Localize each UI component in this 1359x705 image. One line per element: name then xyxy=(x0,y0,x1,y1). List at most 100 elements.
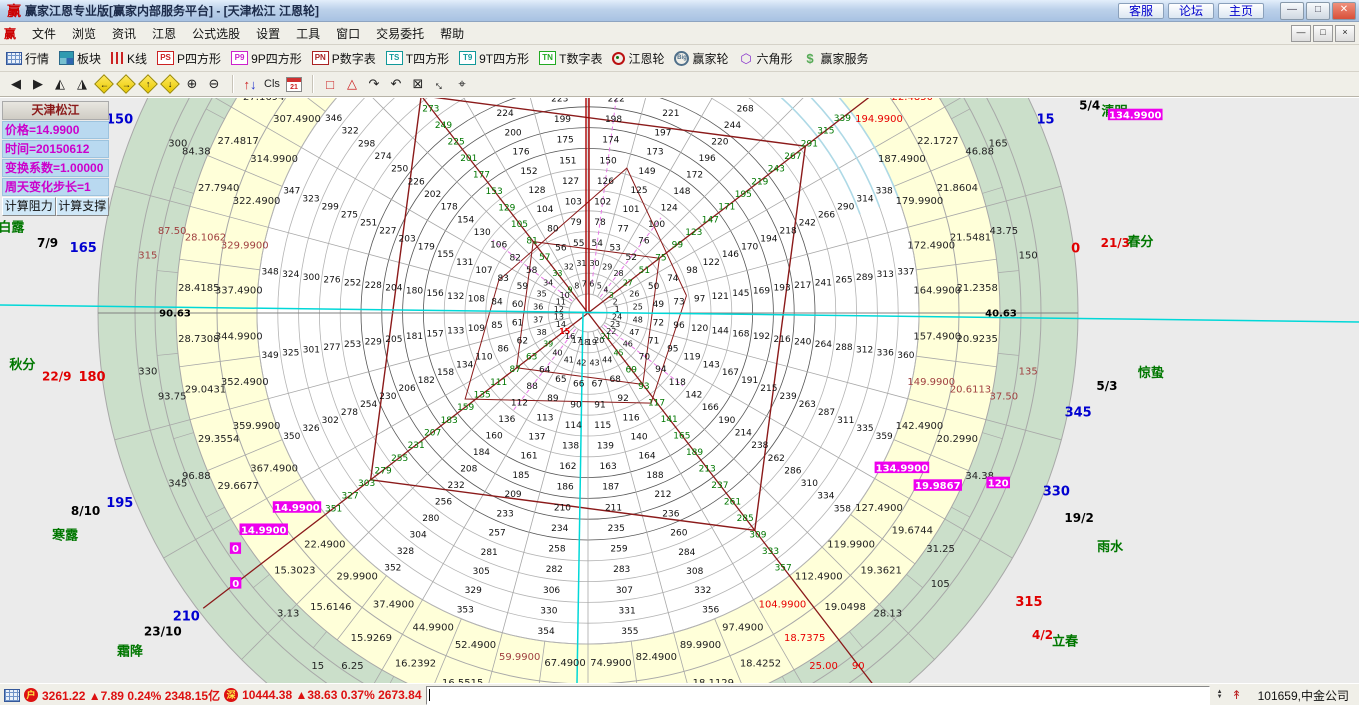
toolbar-item-赢家轮[interactable]: Big赢家轮 xyxy=(674,50,728,67)
menu-item-江恩[interactable]: 江恩 xyxy=(144,25,184,43)
restore-button[interactable]: □ xyxy=(1306,2,1330,20)
svg-text:344.9900: 344.9900 xyxy=(215,331,263,342)
svg-text:67: 67 xyxy=(592,380,603,390)
calc-support-button[interactable]: 计算支撑 xyxy=(56,197,110,216)
svg-text:112: 112 xyxy=(511,399,528,409)
spinner-control[interactable]: ▲▼ xyxy=(1217,690,1223,700)
svg-text:89.9900: 89.9900 xyxy=(680,640,721,651)
zoom-in-icon[interactable]: ⊕ xyxy=(182,74,202,94)
menu-item-交易委托[interactable]: 交易委托 xyxy=(368,25,432,43)
cls-icon[interactable]: Cls xyxy=(262,74,282,94)
toolbar-item-T数字表[interactable]: TNT数字表 xyxy=(539,50,602,67)
svg-text:193: 193 xyxy=(774,284,791,294)
svg-text:300: 300 xyxy=(168,139,187,150)
svg-text:187.4900: 187.4900 xyxy=(878,154,926,165)
mdi-minimize-button[interactable]: — xyxy=(1291,25,1311,42)
titlebar-button-客服[interactable]: 客服 xyxy=(1118,3,1164,19)
svg-text:324: 324 xyxy=(282,270,299,280)
toolbar-item-江恩轮[interactable]: 江恩轮 xyxy=(612,50,664,67)
triangle-icon[interactable]: △ xyxy=(342,74,362,94)
svg-text:288: 288 xyxy=(835,343,852,353)
svg-text:112.4900: 112.4900 xyxy=(795,572,843,583)
svg-text:21.2358: 21.2358 xyxy=(956,283,997,294)
svg-text:26: 26 xyxy=(629,290,639,299)
menu-item-工具[interactable]: 工具 xyxy=(288,25,328,43)
svg-text:96: 96 xyxy=(673,321,685,331)
svg-text:7: 7 xyxy=(582,280,587,289)
svg-text:25: 25 xyxy=(633,302,643,311)
svg-text:22.4900: 22.4900 xyxy=(304,539,345,550)
svg-text:315: 315 xyxy=(1015,595,1042,610)
pan-right-icon[interactable]: → xyxy=(116,74,136,94)
menu-item-帮助[interactable]: 帮助 xyxy=(432,25,472,43)
menu-item-公式选股[interactable]: 公式选股 xyxy=(184,25,248,43)
toolbar-item-T四方形[interactable]: TST四方形 xyxy=(386,50,449,67)
resize-icon[interactable]: ↔ xyxy=(430,74,450,94)
svg-text:22.4850: 22.4850 xyxy=(892,98,933,103)
square-icon[interactable]: □ xyxy=(320,74,340,94)
svg-text:309: 309 xyxy=(749,531,766,541)
calendar-icon[interactable]: 21 xyxy=(284,74,304,94)
menu-item-资讯[interactable]: 资讯 xyxy=(104,25,144,43)
menu-item-文件[interactable]: 文件 xyxy=(24,25,64,43)
svg-text:119: 119 xyxy=(683,352,700,362)
menu-item-窗口[interactable]: 窗口 xyxy=(328,25,368,43)
zoom-out-icon[interactable]: ⊖ xyxy=(204,74,224,94)
pan-left-icon[interactable]: ← xyxy=(94,74,114,94)
svg-text:166: 166 xyxy=(702,403,719,413)
svg-text:171: 171 xyxy=(718,203,735,213)
toolbar-item-赢家服务[interactable]: $赢家服务 xyxy=(803,50,869,67)
svg-text:18.1129: 18.1129 xyxy=(693,678,734,683)
svg-text:197: 197 xyxy=(654,128,671,138)
rotate-cw-icon[interactable]: ↷ xyxy=(364,74,384,94)
minimize-button[interactable]: — xyxy=(1280,2,1304,20)
toolbar-item-P四方形[interactable]: PSP四方形 xyxy=(157,50,221,67)
tri-up-icon[interactable]: ◭ xyxy=(50,74,70,94)
svg-text:87.50: 87.50 xyxy=(158,226,187,237)
svg-text:300: 300 xyxy=(303,273,320,283)
titlebar-button-论坛[interactable]: 论坛 xyxy=(1168,3,1214,19)
svg-text:111: 111 xyxy=(490,378,507,388)
svg-text:188: 188 xyxy=(646,471,663,481)
svg-text:103: 103 xyxy=(565,198,582,208)
quote-grid-icon[interactable] xyxy=(4,689,20,702)
titlebar-button-主页[interactable]: 主页 xyxy=(1218,3,1264,19)
svg-text:21.8604: 21.8604 xyxy=(937,183,978,194)
target-cursor-icon[interactable]: ⌖ xyxy=(452,74,472,94)
code-input[interactable] xyxy=(426,686,1210,705)
toolbar-item-K线[interactable]: K线 xyxy=(111,50,147,67)
pan-down-icon[interactable]: ↓ xyxy=(160,74,180,94)
svg-text:58: 58 xyxy=(526,266,538,276)
menu-item-设置[interactable]: 设置 xyxy=(248,25,288,43)
toolbar-item-板块[interactable]: 板块 xyxy=(59,50,101,67)
toolbar-item-六角形[interactable]: ⬡六角形 xyxy=(739,50,793,67)
svg-text:130: 130 xyxy=(474,228,491,238)
calc-resistance-button[interactable]: 计算阻力 xyxy=(2,197,56,216)
rotate-ccw-icon[interactable]: ↶ xyxy=(386,74,406,94)
pan-up-icon[interactable]: ↑ xyxy=(138,74,158,94)
svg-text:348: 348 xyxy=(262,267,279,277)
toolbar-item-P数字表[interactable]: PNP数字表 xyxy=(312,50,376,67)
updown-icon[interactable]: ↑↓ xyxy=(240,74,260,94)
nav-first-icon[interactable]: ◀ xyxy=(6,74,26,94)
title-bar: 赢 赢家江恩专业版[赢家内部服务平台] - [天津松江 江恩轮] 客服论坛主页 … xyxy=(0,0,1359,22)
menu-item-浏览[interactable]: 浏览 xyxy=(64,25,104,43)
mdi-close-button[interactable]: × xyxy=(1335,25,1355,42)
svg-text:45: 45 xyxy=(613,349,623,358)
svg-text:134: 134 xyxy=(456,360,473,370)
svg-text:241: 241 xyxy=(815,278,832,288)
toolbar-item-行情[interactable]: 行情 xyxy=(6,50,49,67)
toolbar-item-9P四方形[interactable]: P99P四方形 xyxy=(231,50,302,67)
nav-last-icon[interactable]: ▶ xyxy=(28,74,48,94)
mdi-restore-button[interactable]: □ xyxy=(1313,25,1333,42)
box-x-icon[interactable]: ⊠ xyxy=(408,74,428,94)
close-button[interactable]: ✕ xyxy=(1332,2,1356,20)
svg-text:5: 5 xyxy=(597,282,602,291)
toolbar-item-9T四方形[interactable]: T99T四方形 xyxy=(459,50,529,67)
svg-text:28.13: 28.13 xyxy=(873,608,902,619)
svg-text:4: 4 xyxy=(603,286,608,295)
tri-down-icon[interactable]: ◮ xyxy=(72,74,92,94)
svg-text:39: 39 xyxy=(543,339,553,348)
svg-text:198: 198 xyxy=(605,115,622,125)
svg-text:220: 220 xyxy=(711,137,728,147)
